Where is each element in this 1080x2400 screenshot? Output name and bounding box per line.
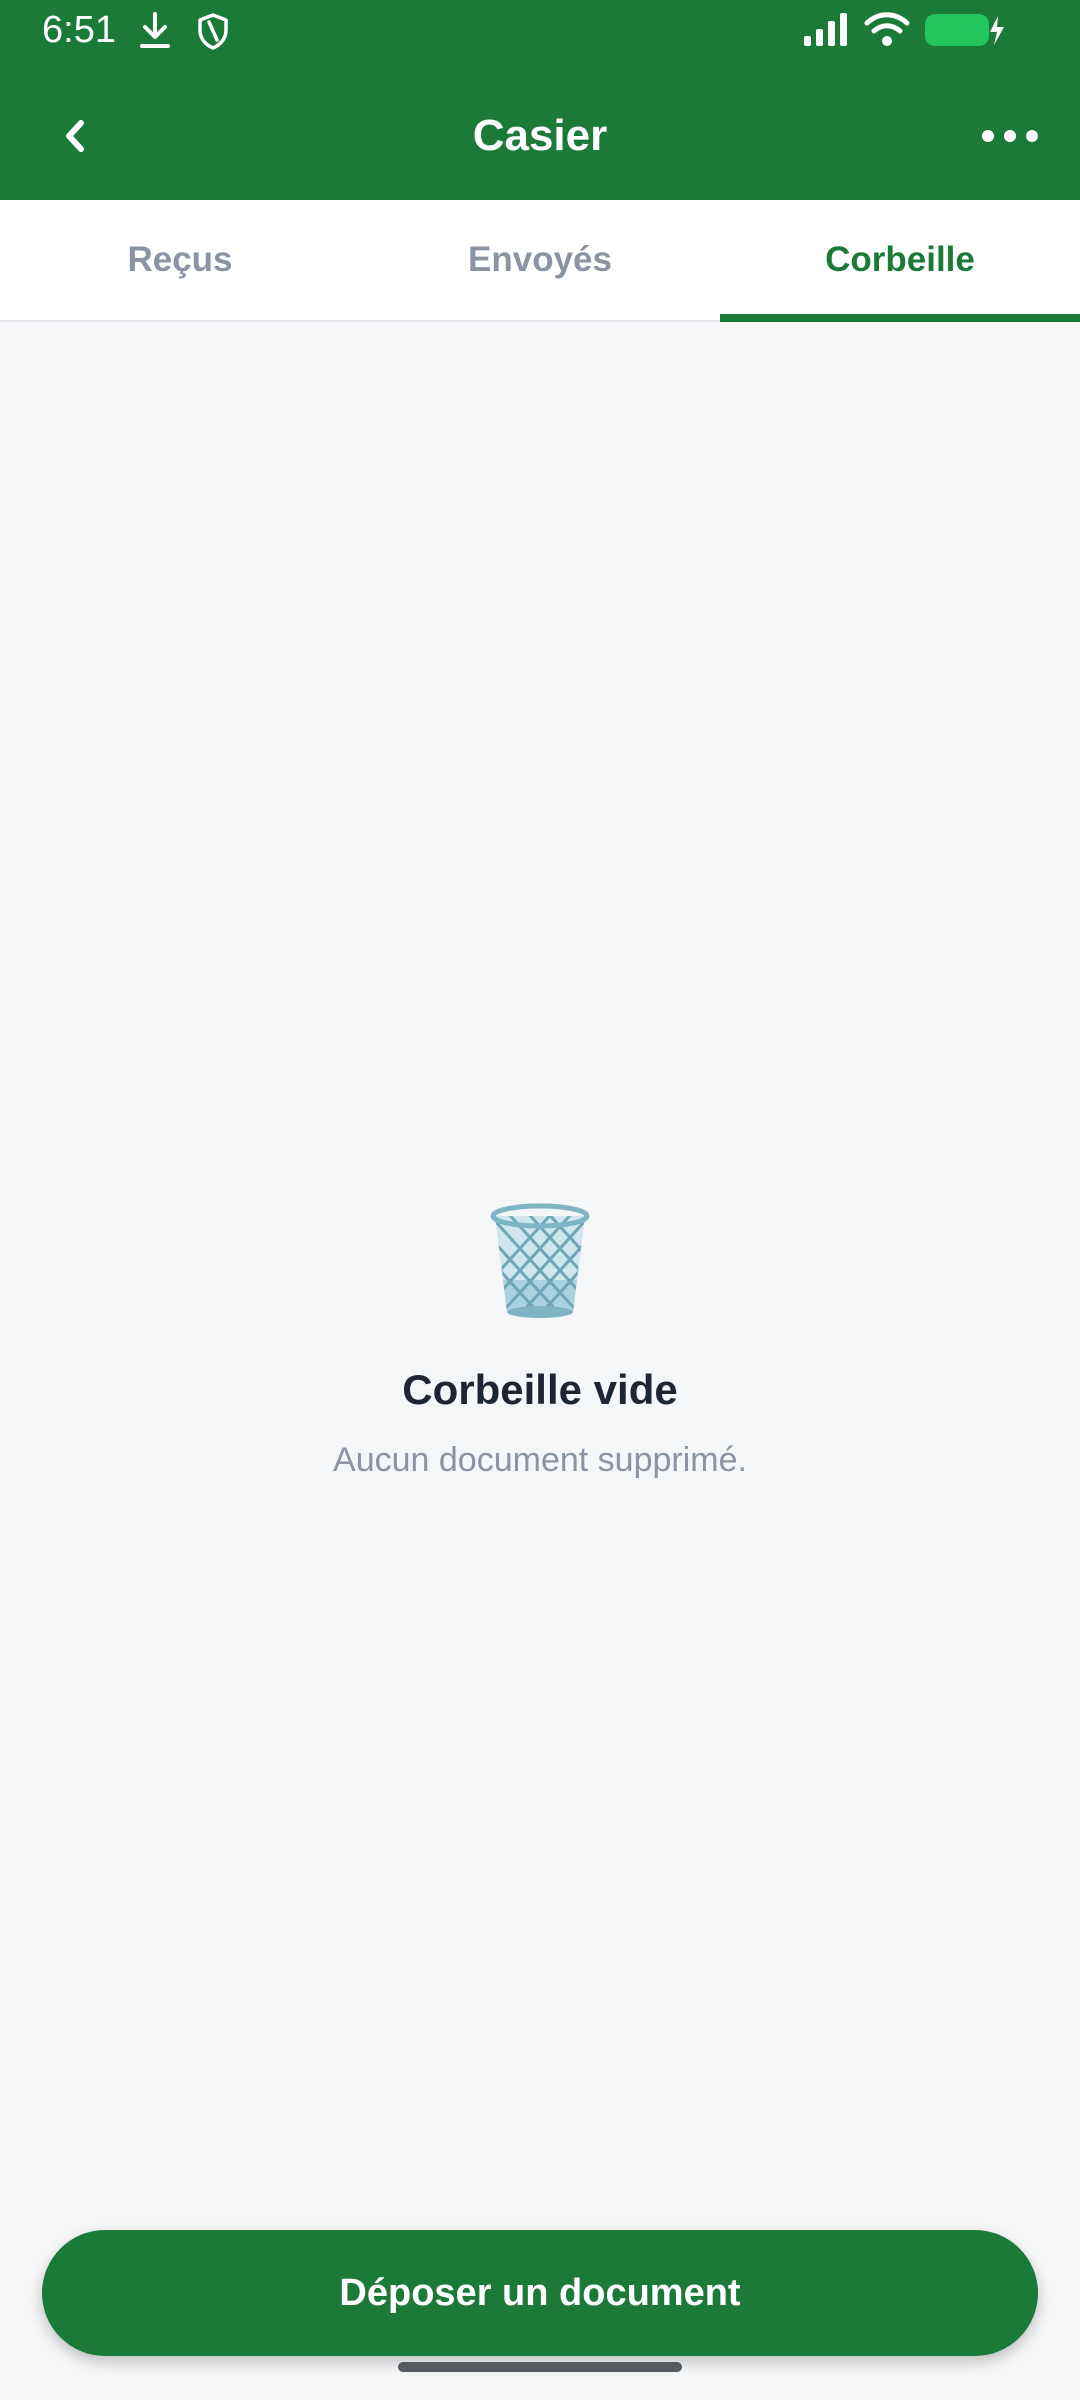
empty-state-subtitle: Aucun document supprimé. [333, 1441, 747, 1479]
upload-document-button[interactable]: Déposer un document [42, 2230, 1038, 2356]
tab-envoyes[interactable]: Envoyés [360, 200, 720, 320]
tab-recus[interactable]: Reçus [0, 200, 360, 320]
home-indicator[interactable] [398, 2362, 682, 2372]
more-horizontal-icon [982, 130, 1038, 142]
download-icon [140, 12, 170, 48]
more-options-button[interactable] [970, 104, 1050, 168]
empty-state: Corbeille vide Aucun document supprimé. [0, 1200, 1080, 1500]
empty-state-title: Corbeille vide [402, 1366, 678, 1413]
casier-screen: 6:51 Casier Reçus Envoyés Corbeille Corb… [0, 0, 1080, 2400]
status-bar: 6:51 [0, 0, 1080, 64]
back-button[interactable] [40, 104, 110, 168]
app-header: 6:51 Casier [0, 0, 1080, 200]
status-time: 6:51 [42, 9, 116, 51]
app-bar: Casier [0, 64, 1080, 200]
page-title: Casier [472, 111, 608, 160]
wifi-icon [864, 12, 910, 46]
signal-icon [804, 13, 847, 46]
chevron-left-icon [66, 120, 84, 152]
tab-bar: Reçus Envoyés Corbeille [0, 200, 1080, 322]
shield-icon [198, 13, 228, 50]
battery-charging-icon [925, 14, 1004, 46]
tab-corbeille[interactable]: Corbeille [720, 200, 1080, 322]
wastebasket-icon [490, 1203, 590, 1318]
